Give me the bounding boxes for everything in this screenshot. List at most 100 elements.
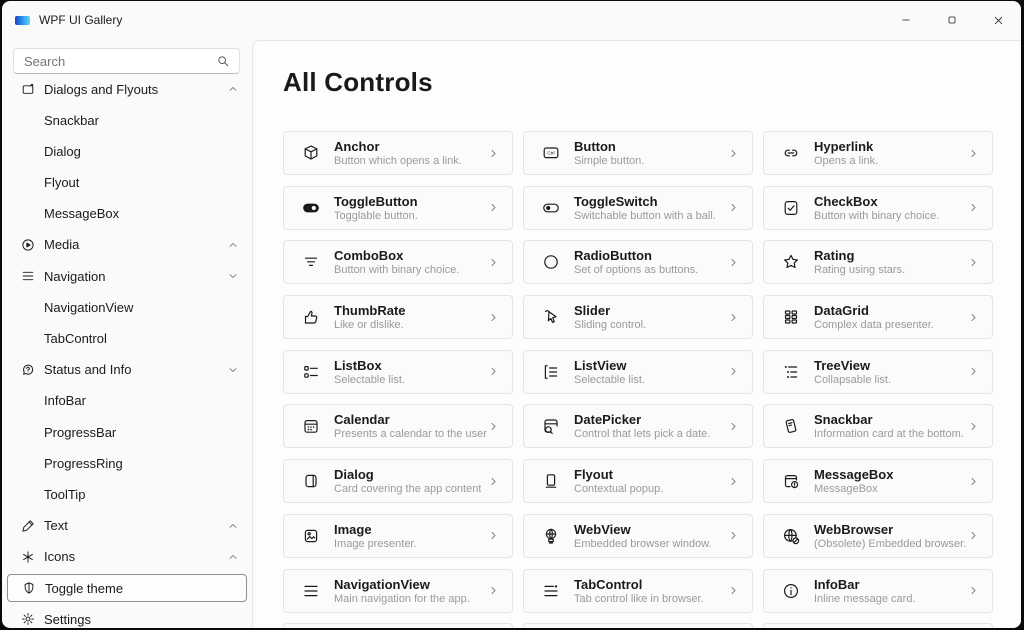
sidebar-item-dialogs-and-flyouts[interactable]: Dialogs and Flyouts	[7, 84, 247, 103]
control-card-radiobutton[interactable]: RadioButton Set of options as buttons.	[523, 240, 753, 285]
control-card-title: DataGrid	[814, 303, 869, 319]
control-card-calendar[interactable]: Calendar Presents a calendar to the user.	[283, 404, 513, 449]
chevron-right-icon	[731, 258, 736, 266]
sidebar-item-navigation[interactable]: Navigation	[7, 262, 247, 290]
chevron-right-icon	[491, 258, 496, 266]
control-card-description: Simple button.	[574, 155, 645, 167]
control-card-description: (Obsolete) Embedded browser.	[814, 537, 967, 550]
sidebar-item-progressbar[interactable]: ProgressBar	[7, 418, 247, 446]
sidebar-item-messagebox[interactable]: MessageBox	[7, 200, 247, 228]
sidebar-item-label: InfoBar	[44, 393, 86, 409]
sidebar-item-dialog[interactable]: Dialog	[7, 137, 247, 165]
control-card-toggleswitch[interactable]: ToggleSwitch Switchable button with a bal…	[523, 185, 753, 230]
control-card-listbox[interactable]: ListBox Selectable list.	[283, 349, 513, 394]
control-card-combobox[interactable]: ComboBox Button with binary choice.	[283, 240, 513, 285]
sidebar-item-navigationview[interactable]: NavigationView	[7, 293, 247, 321]
sidebar-item-label: ProgressRing	[44, 455, 123, 471]
search-input[interactable]	[14, 53, 216, 69]
control-card-title: WebBrowser	[814, 521, 894, 537]
control-card-thumbrate[interactable]: ThumbRate Like or dislike.	[283, 295, 513, 340]
control-card-navigationview[interactable]: NavigationView Main navigation for the ap…	[283, 568, 513, 613]
control-card-button[interactable]: Ctrl Button Simple button.	[523, 131, 753, 175]
sidebar-nav: Dialogs and Flyouts Snackbar Dialog Flyout M…	[7, 84, 247, 628]
sidebar-item-label: Status and Info	[44, 362, 132, 378]
hamburger-icon	[22, 271, 34, 281]
app-logo-icon	[15, 15, 30, 25]
control-card-title: Snackbar	[814, 412, 873, 428]
hamburger-icon	[304, 585, 318, 596]
globe-monitor-icon	[545, 528, 557, 544]
control-card-checkbox[interactable]: CheckBox Button with binary choice.	[763, 185, 993, 230]
combobox-lines-icon	[304, 257, 318, 267]
control-card-listview[interactable]: ListView Selectable list.	[523, 349, 753, 394]
info-circle-icon	[783, 583, 799, 598]
chevron-right-icon	[971, 313, 976, 321]
sidebar-item-text[interactable]: Text	[7, 512, 247, 540]
control-card-snackbar[interactable]: Snackbar Information card at the bottom.	[763, 404, 993, 449]
chevron-right-icon	[731, 532, 736, 540]
dialogs-flyouts-icon	[22, 84, 34, 94]
control-card-image[interactable]: Image Image presenter.	[283, 513, 513, 558]
control-card-datagrid[interactable]: DataGrid Complex data presenter.	[763, 295, 993, 340]
control-card-infobar[interactable]: InfoBar Inline message card.	[763, 568, 993, 613]
sidebar-item-status-and-info[interactable]: Status and Info	[7, 356, 247, 384]
control-card-title: WebView	[574, 521, 631, 537]
controls-grid: Anchor Button which opens a link. Ctrl Butt…	[283, 131, 993, 628]
control-card-title: ToggleSwitch	[574, 193, 658, 209]
control-card-tabcontrol[interactable]: TabControl Tab control like in browser.	[523, 568, 753, 613]
control-card-webview[interactable]: WebView Embedded browser window.	[523, 513, 753, 558]
sidebar-item-settings[interactable]: Settings	[7, 605, 247, 628]
close-button[interactable]	[975, 1, 1021, 39]
control-card-description: Information card at the bottom.	[814, 428, 964, 441]
sidebar-item-icons[interactable]: Icons	[7, 543, 247, 571]
control-card-description: Main navigation for the app.	[334, 592, 470, 605]
sidebar-item-snackbar[interactable]: Snackbar	[7, 106, 247, 134]
control-card-flyout[interactable]: Flyout Contextual popup.	[523, 459, 753, 504]
chevron-right-icon	[491, 204, 496, 212]
control-card-partial[interactable]	[523, 623, 753, 628]
control-card-hyperlink[interactable]: Hyperlink Opens a link.	[763, 131, 993, 175]
chevron-up-icon	[229, 243, 237, 247]
globe-obsolete-icon	[783, 528, 800, 545]
sidebar-item-label: Settings	[44, 611, 91, 627]
control-card-slider[interactable]: Slider Sliding control.	[523, 295, 753, 340]
sidebar-item-label: Icons	[44, 549, 76, 565]
sidebar-item-label: Media	[44, 237, 80, 253]
pointer-icon	[545, 310, 557, 324]
control-card-webbrowser[interactable]: WebBrowser (Obsolete) Embedded browser.	[763, 513, 993, 558]
minimize-button[interactable]	[883, 1, 929, 39]
control-card-title: ComboBox	[334, 248, 404, 264]
sidebar-item-tabcontrol[interactable]: TabControl	[7, 325, 247, 353]
control-card-treeview[interactable]: TreeView Collapsable list.	[763, 349, 993, 394]
sidebar-item-label: Flyout	[44, 175, 80, 191]
sidebar-item-progressring[interactable]: ProgressRing	[7, 449, 247, 477]
maximize-button[interactable]	[929, 1, 975, 39]
sidebar-item-media[interactable]: Media	[7, 231, 247, 259]
svg-text:Ctrl: Ctrl	[547, 151, 554, 156]
control-card-description: Togglable button.	[334, 209, 418, 222]
control-card-togglebutton[interactable]: ToggleButton Togglable button.	[283, 185, 513, 230]
control-card-partial[interactable]	[283, 623, 513, 628]
sidebar-item-label: Snackbar	[44, 112, 99, 128]
control-card-dialog[interactable]: Dialog Card covering the app content	[283, 459, 513, 504]
sidebar-item-tooltip[interactable]: ToolTip	[7, 480, 247, 508]
control-card-description: Card covering the app content	[334, 483, 482, 496]
control-card-anchor[interactable]: Anchor Button which opens a link.	[283, 131, 513, 175]
control-card-rating[interactable]: Rating Rating using stars.	[763, 240, 993, 285]
sidebar-item-label: Toggle theme	[45, 580, 124, 596]
control-card-partial[interactable]	[763, 623, 993, 628]
toggle-button-icon	[303, 203, 319, 213]
control-card-title: ListBox	[334, 357, 382, 373]
search-box[interactable]	[13, 48, 240, 74]
control-card-title: CheckBox	[814, 193, 878, 209]
control-card-description: Button which opens a link.	[334, 155, 462, 167]
sidebar-item-flyout[interactable]: Flyout	[7, 169, 247, 197]
control-card-datepicker[interactable]: DatePicker Control that lets pick a date.	[523, 404, 753, 449]
control-card-description: Set of options as buttons.	[574, 264, 699, 277]
list-box-icon	[304, 365, 318, 378]
keyboard-key-icon: Ctrl	[543, 147, 559, 159]
control-card-description: Complex data presenter.	[814, 319, 934, 332]
control-card-messagebox[interactable]: MessageBox MessageBox	[763, 459, 993, 504]
sidebar-item-toggle-theme[interactable]: Toggle theme	[7, 574, 247, 602]
sidebar-item-infobar[interactable]: InfoBar	[7, 387, 247, 415]
